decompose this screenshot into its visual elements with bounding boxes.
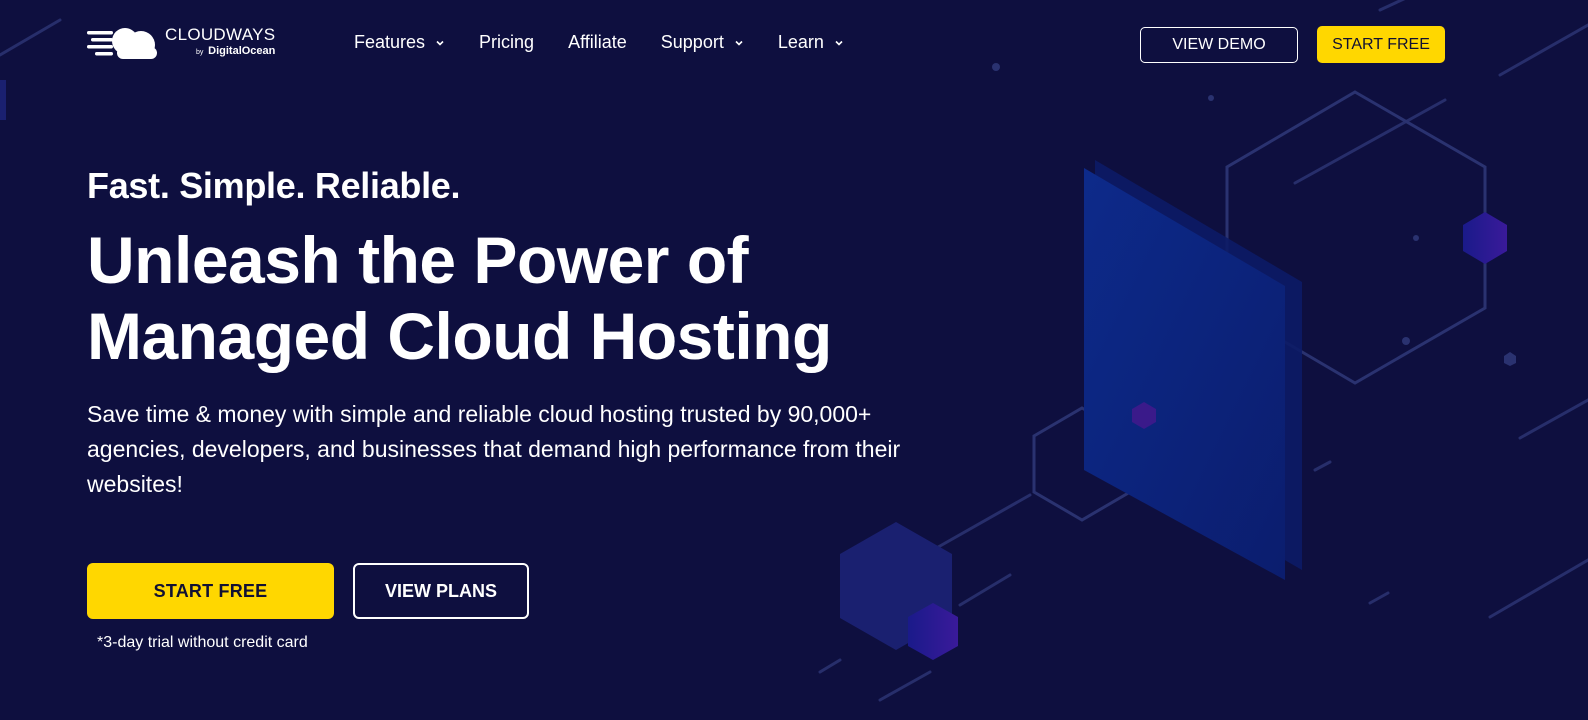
- nav-features-label: Features: [354, 31, 426, 52]
- chevron-down-icon: [835, 40, 843, 46]
- hero-description: Save time & money with simple and reliab…: [87, 401, 901, 497]
- hero-headline: Unleash the Power of Managed Cloud Hosti…: [87, 222, 967, 374]
- nav-learn-label: Learn: [777, 31, 824, 52]
- start-free-header-button[interactable]: START FREE: [1317, 26, 1445, 63]
- hero-headline-line1: Unleash the Power of: [87, 223, 749, 297]
- nav-pricing-label: Pricing: [479, 31, 535, 52]
- brand-byline: by DigitalOcean: [195, 44, 276, 57]
- view-demo-button[interactable]: VIEW DEMO: [1140, 27, 1298, 63]
- start-free-button[interactable]: START FREE: [87, 563, 334, 619]
- nav-learn[interactable]: Learn: [778, 32, 844, 53]
- nav-pricing[interactable]: Pricing: [479, 32, 534, 53]
- main-nav: Features Pricing Affiliate Support Learn: [354, 29, 878, 55]
- trial-note: *3-day trial without credit card: [97, 634, 308, 651]
- hexagon-dot: [1504, 352, 1516, 366]
- nav-affiliate-label: Affiliate: [568, 31, 627, 52]
- brand-by: by: [195, 48, 204, 56]
- brand-name: CLOUDWAYS: [165, 24, 276, 44]
- brand-wordmark: CLOUDWAYS by DigitalOcean: [165, 26, 275, 57]
- hexagon-filled-right: [1463, 212, 1507, 264]
- chevron-down-icon: [436, 40, 444, 46]
- nav-features[interactable]: Features: [354, 32, 445, 53]
- nav-support[interactable]: Support: [661, 32, 744, 53]
- hero-eyebrow: Fast. Simple. Reliable.: [87, 165, 461, 206]
- brand-parent: DigitalOcean: [208, 44, 276, 57]
- cloud-speed-icon: [87, 28, 157, 59]
- chevron-down-icon: [735, 40, 743, 46]
- site-header: CLOUDWAYS by DigitalOcean Features Prici…: [0, 0, 1588, 90]
- view-plans-button[interactable]: VIEW PLANS: [353, 563, 529, 619]
- nav-affiliate[interactable]: Affiliate: [568, 32, 627, 53]
- brand-logo[interactable]: CLOUDWAYS by DigitalOcean: [87, 20, 275, 62]
- server-panel-front: [1084, 168, 1285, 580]
- nav-support-label: Support: [660, 31, 724, 52]
- hero-headline-line2: Managed Cloud Hosting: [87, 299, 832, 373]
